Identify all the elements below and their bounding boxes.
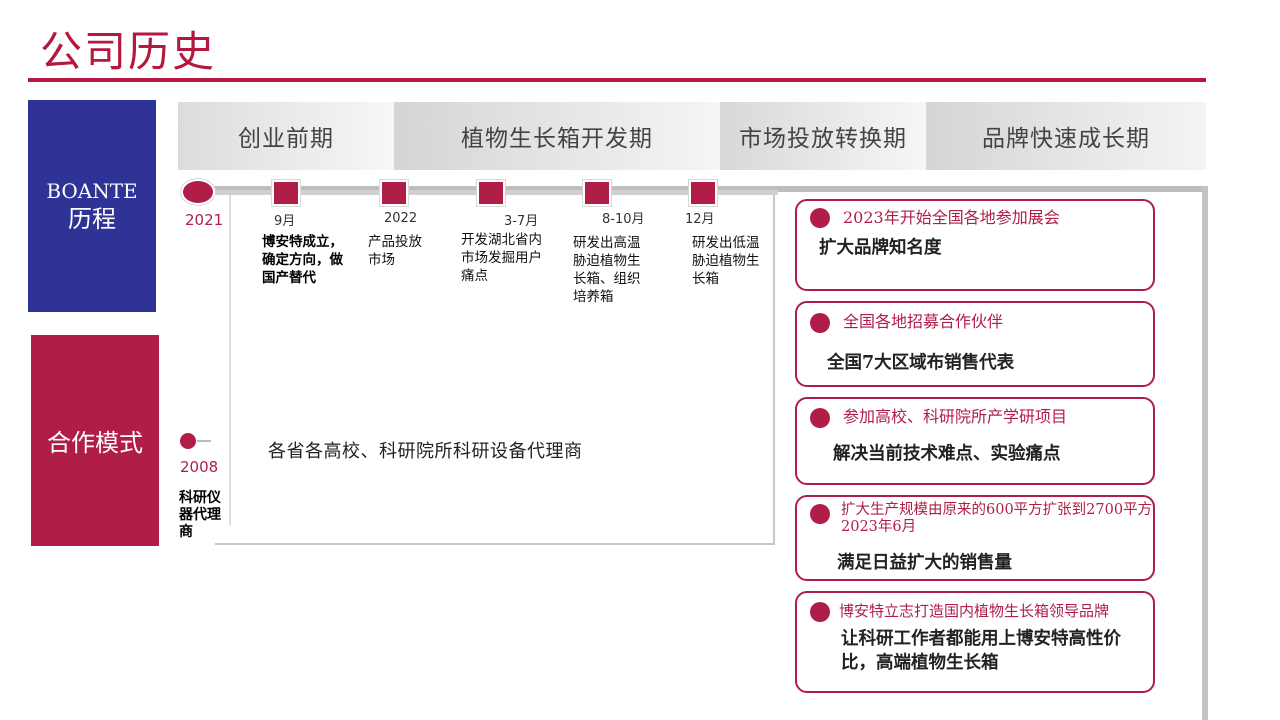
timeline-marker — [585, 182, 609, 204]
milestone-card: 参加高校、科研院所产学研项目 解决当前技术难点、实验痛点 — [795, 397, 1155, 485]
timeline-marker — [479, 182, 503, 204]
history-label: 历程 — [68, 205, 116, 233]
card-heading: 博安特立志打造国内植物生长箱领导品牌 — [839, 602, 1110, 620]
card-body: 满足日益扩大的销售量 — [837, 553, 1012, 573]
milestone-card: 全国各地招募合作伙伴 全国7大区域布销售代表 — [795, 301, 1155, 387]
card-heading: 2023年开始全国各地参加展会 — [843, 208, 1060, 227]
event-text: 开发湖北省内市场发掘用户痛点 — [461, 232, 542, 284]
card-bullet — [810, 313, 830, 333]
event-text: 研发出高温胁迫植物生长箱、组织培养箱 — [573, 235, 641, 305]
cooperation-year: 2008 — [180, 458, 219, 476]
card-heading: 扩大生产规模由原来的600平方扩张到2700平方 2023年6月 — [841, 502, 1171, 535]
timeline-marker — [691, 182, 715, 204]
timeline-start-dot — [183, 181, 213, 203]
cooperation-dot — [180, 433, 196, 449]
event-text: 博安特成立，确定方向，做国产替代 — [262, 234, 343, 286]
phase-market-transition: 市场投放转换期 — [720, 102, 926, 170]
card-heading: 参加高校、科研院所产学研项目 — [843, 407, 1068, 426]
event-text: 产品投放市场 — [368, 234, 422, 268]
page-title: 公司历史 — [40, 27, 217, 76]
timeline-frame-bottom — [215, 543, 235, 545]
cooperation-role: 科研仪器代理商 — [179, 490, 221, 540]
card-body: 解决当前技术难点、实验痛点 — [833, 444, 1061, 464]
card-bullet — [810, 408, 830, 428]
event-date: 9月 — [274, 214, 296, 229]
card-body: 全国7大区域布销售代表 — [827, 353, 1015, 373]
phase-brand-growth: 品牌快速成长期 — [926, 102, 1206, 170]
event-date: 3-7月 — [504, 214, 539, 229]
card-body: 扩大品牌知名度 — [819, 238, 942, 258]
boante-history-block: BOANTE 历程 — [28, 100, 156, 312]
event-date: 12月 — [685, 212, 715, 227]
timeline-frame-left — [229, 195, 231, 525]
panel-right-border — [1202, 186, 1208, 720]
event-date: 8-10月 — [602, 212, 645, 227]
timeline-start-year: 2021 — [185, 211, 224, 229]
card-bullet — [810, 602, 830, 622]
event-date: 2022 — [384, 211, 418, 226]
cooperation-dash — [197, 440, 211, 442]
title-underline — [28, 78, 1206, 82]
milestone-card: 博安特立志打造国内植物生长箱领导品牌 让科研工作者都能用上博安特高性价比，高端植… — [795, 591, 1155, 693]
cooperation-mode-block: 合作模式 — [31, 335, 159, 546]
cooperation-description: 各省各高校、科研院所科研设备代理商 — [268, 441, 583, 462]
card-heading: 全国各地招募合作伙伴 — [843, 312, 1004, 331]
phase-startup: 创业前期 — [178, 102, 394, 170]
card-bullet — [810, 208, 830, 228]
card-bullet — [810, 504, 830, 524]
phase-development: 植物生长箱开发期 — [394, 102, 720, 170]
card-body: 让科研工作者都能用上博安特高性价比，高端植物生长箱 — [841, 629, 1121, 673]
event-text: 研发出低温胁迫植物生长箱 — [692, 235, 760, 287]
timeline-marker — [382, 182, 406, 204]
timeline-marker — [274, 182, 298, 204]
milestone-card: 2023年开始全国各地参加展会 扩大品牌知名度 — [795, 199, 1155, 291]
boante-label: BOANTE — [46, 179, 138, 203]
milestone-card: 扩大生产规模由原来的600平方扩张到2700平方 2023年6月 满足日益扩大的… — [795, 495, 1155, 581]
